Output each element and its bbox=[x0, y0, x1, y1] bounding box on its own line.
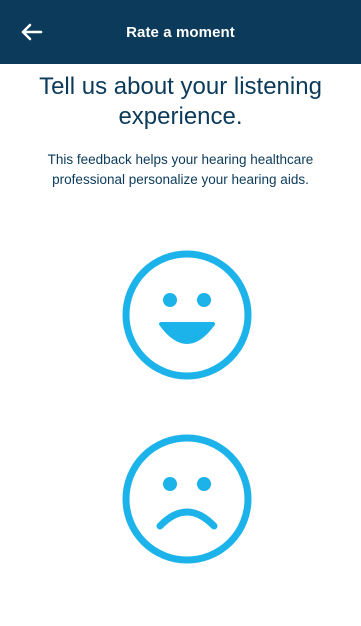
back-button[interactable] bbox=[18, 18, 46, 46]
prompt-description: This feedback helps your hearing healthc… bbox=[47, 152, 314, 187]
happy-face-icon bbox=[122, 250, 252, 380]
happy-rating-button[interactable] bbox=[120, 248, 254, 382]
sad-rating-button[interactable] bbox=[120, 432, 254, 566]
arrow-left-icon bbox=[21, 23, 43, 41]
page-title: Rate a moment bbox=[126, 23, 235, 41]
prompt-heading: Tell us about your listening experience. bbox=[39, 73, 322, 130]
rate-moment-screen: Rate a moment Tell us about your listeni… bbox=[0, 0, 361, 626]
top-bar: Rate a moment bbox=[0, 0, 361, 64]
sad-face-icon bbox=[122, 434, 252, 564]
